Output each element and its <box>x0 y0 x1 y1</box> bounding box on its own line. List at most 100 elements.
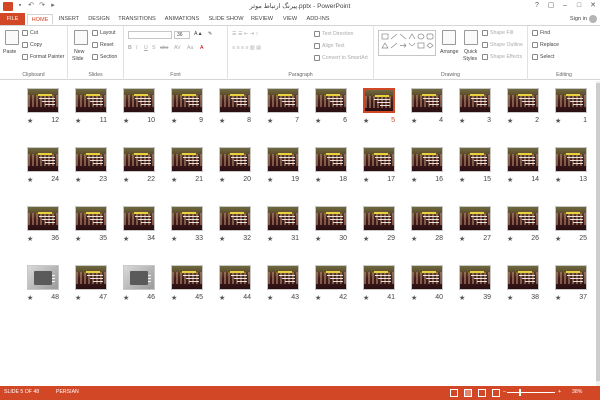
tab-review[interactable]: REVIEW <box>249 14 275 25</box>
slide-thumbnail[interactable]: ★ 36 <box>27 206 77 252</box>
scrollbar-thumb[interactable] <box>596 83 600 381</box>
slide-sorter-view-button[interactable] <box>464 389 472 397</box>
language-indicator[interactable]: PERSIAN <box>56 389 79 395</box>
slide-preview[interactable] <box>123 88 155 113</box>
slide-preview[interactable] <box>507 147 539 172</box>
slide-thumbnail[interactable]: ★ 32 <box>219 206 269 252</box>
slide-thumbnail[interactable]: ★ 14 <box>507 147 557 193</box>
slide-thumbnail[interactable]: ★ 47 <box>75 265 125 311</box>
slide-preview[interactable] <box>123 147 155 172</box>
slide-thumbnail[interactable]: ★ 5 <box>363 88 413 134</box>
slide-thumbnail[interactable]: ★ 20 <box>219 147 269 193</box>
slide-thumbnail[interactable]: ★ 2 <box>507 88 557 134</box>
align-text-button[interactable]: Align Text <box>314 43 344 49</box>
arrange-button[interactable]: Arrange <box>440 49 458 55</box>
text-direction-button[interactable]: Text Direction <box>314 31 353 37</box>
help-button[interactable]: ? <box>530 0 544 12</box>
slide-preview[interactable] <box>363 147 395 172</box>
tab-file[interactable]: FILE <box>0 13 25 25</box>
paste-icon[interactable] <box>5 30 19 45</box>
shape-outline-button[interactable]: Shape Outline <box>482 42 523 48</box>
slide-preview[interactable] <box>75 206 107 231</box>
strikethrough-button[interactable]: abc <box>160 45 168 51</box>
maximize-button[interactable]: □ <box>572 0 586 12</box>
zoom-in-icon[interactable]: + <box>558 389 561 395</box>
section-button[interactable]: Section <box>92 54 117 60</box>
slide-preview[interactable] <box>555 147 587 172</box>
normal-view-button[interactable] <box>450 389 458 397</box>
vertical-scrollbar[interactable] <box>596 81 600 386</box>
slide-preview[interactable] <box>267 147 299 172</box>
font-size-combo[interactable]: 36 <box>174 31 190 39</box>
slide-preview[interactable] <box>459 265 491 290</box>
find-button[interactable]: Find <box>532 30 550 36</box>
slide-thumbnail[interactable]: ★ 6 <box>315 88 365 134</box>
bullets-button[interactable]: ☰ ☰ ⇤ ⇥ ↕ <box>232 31 258 37</box>
new-slide-icon[interactable] <box>74 30 88 45</box>
slide-thumbnail[interactable]: ★ 19 <box>267 147 317 193</box>
slide-thumbnail[interactable]: ★ 30 <box>315 206 365 252</box>
slide-thumbnail[interactable]: ★ 1 <box>555 88 596 134</box>
arrange-icon[interactable] <box>442 30 456 45</box>
slide-thumbnail[interactable]: ★ 44 <box>219 265 269 311</box>
animation-star-icon[interactable]: ★ <box>27 294 33 302</box>
tab-design[interactable]: DESIGN <box>86 14 112 25</box>
slide-preview[interactable] <box>555 88 587 113</box>
slide-preview[interactable] <box>411 88 443 113</box>
slide-preview[interactable] <box>75 88 107 113</box>
slide-preview[interactable] <box>411 147 443 172</box>
slide-preview[interactable] <box>411 206 443 231</box>
slide-thumbnail[interactable]: ★ 29 <box>363 206 413 252</box>
grow-font-button[interactable]: A▲ <box>194 31 203 37</box>
slide-preview[interactable] <box>555 265 587 290</box>
slide-preview[interactable] <box>75 265 107 290</box>
slide-preview[interactable] <box>219 88 251 113</box>
slide-thumbnail[interactable]: ★ 40 <box>411 265 461 311</box>
slide-thumbnail[interactable]: ★ 17 <box>363 147 413 193</box>
reading-view-button[interactable] <box>478 389 486 397</box>
slide-thumbnail[interactable]: ★ 38 <box>507 265 557 311</box>
slide-preview[interactable] <box>507 265 539 290</box>
font-name-combo[interactable] <box>128 31 172 39</box>
slide-thumbnail[interactable]: ★ 35 <box>75 206 125 252</box>
slide-preview[interactable] <box>219 265 251 290</box>
slide-thumbnail[interactable]: ★ 24 <box>27 147 77 193</box>
slide-thumbnail[interactable]: ★ 21 <box>171 147 221 193</box>
tab-add-ins[interactable]: ADD-INS <box>304 14 332 25</box>
slide-preview[interactable] <box>555 206 587 231</box>
slide-thumbnail[interactable]: ★ 3 <box>459 88 509 134</box>
slide-preview[interactable] <box>363 206 395 231</box>
slide-thumbnail[interactable]: ★ 39 <box>459 265 509 311</box>
slide-preview[interactable] <box>507 88 539 113</box>
slide-preview[interactable] <box>219 147 251 172</box>
avatar[interactable] <box>589 15 597 23</box>
slide-thumbnail[interactable]: ★ 10 <box>123 88 173 134</box>
slide-thumbnail[interactable]: ★ 31 <box>267 206 317 252</box>
slide-thumbnail[interactable]: ★ 25 <box>555 206 596 252</box>
layout-button[interactable]: Layout <box>92 30 116 36</box>
clear-format-button[interactable]: ✎ <box>208 31 212 37</box>
tab-slide-show[interactable]: SLIDE SHOW <box>207 14 245 25</box>
slide-preview[interactable] <box>315 265 347 290</box>
shape-fill-button[interactable]: Shape Fill <box>482 30 513 36</box>
animation-star-icon[interactable]: ★ <box>27 235 33 243</box>
slide-preview[interactable] <box>171 206 203 231</box>
italic-button[interactable]: I <box>136 45 137 51</box>
shapes-gallery[interactable] <box>378 30 436 56</box>
slide-preview[interactable] <box>27 206 59 231</box>
slide-thumbnail[interactable]: ★ 37 <box>555 265 596 311</box>
slide-thumbnail[interactable]: ★ 41 <box>363 265 413 311</box>
zoom-out-icon[interactable]: – <box>503 389 506 395</box>
spacing-button[interactable]: AV <box>174 45 181 51</box>
tab-view[interactable]: VIEW <box>280 14 300 25</box>
slide-thumbnail[interactable]: ★ 23 <box>75 147 125 193</box>
tab-animations[interactable]: ANIMATIONS <box>162 14 202 25</box>
new-slide-button-label[interactable]: Slide <box>72 56 84 62</box>
slide-preview[interactable] <box>27 88 59 113</box>
slide-thumbnail[interactable]: ★ 13 <box>555 147 596 193</box>
animation-star-icon[interactable]: ★ <box>27 117 33 125</box>
slide-sorter[interactable]: ★ 1 ★ 2 ★ 3 ★ 4 ★ 5 ★ 6 ★ 7 ★ 8 ★ 9 ★ 10 ★ 11 ★ 12 ★ 13 ★ 14 ★ 15 ★ 16 ★… <box>0 81 596 386</box>
slide-preview[interactable] <box>27 147 59 172</box>
slide-thumbnail[interactable]: ★ 46 <box>123 265 173 311</box>
slide-thumbnail[interactable]: ★ 22 <box>123 147 173 193</box>
